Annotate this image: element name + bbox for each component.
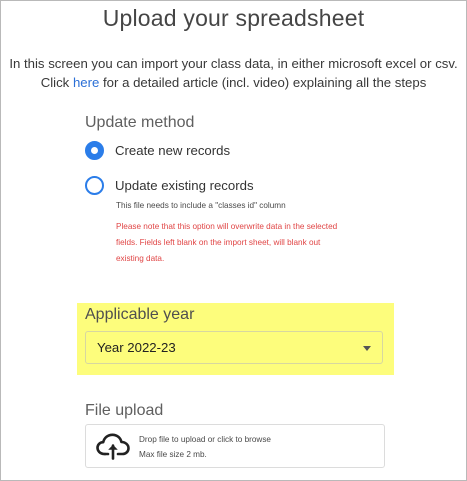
radio-unselected-icon[interactable] <box>85 176 104 195</box>
intro-line-2-suffix: for a detailed article (incl. video) exp… <box>99 75 427 90</box>
year-select[interactable]: Year 2022-23 <box>85 331 383 364</box>
warning-line-2: fields. Fields left blank on the import … <box>116 238 321 247</box>
warning-line-3: existing data. <box>116 254 165 263</box>
radio-selected-icon[interactable] <box>85 141 104 160</box>
radio-create-new-label: Create new records <box>115 143 231 158</box>
page-title: Upload your spreadsheet <box>102 5 365 31</box>
intro-line-1: In this screen you can import your class… <box>9 56 458 71</box>
year-select-value: Year 2022-23 <box>97 340 176 355</box>
overwrite-warning: Please note that this option will overwr… <box>116 219 421 267</box>
file-upload-label: File upload <box>85 402 164 419</box>
chevron-down-icon[interactable] <box>363 346 371 351</box>
warning-line-1: Please note that this option will overwr… <box>116 222 338 231</box>
dropzone-instruction: Drop file to upload or click to browse <box>139 435 271 444</box>
upload-dialog: Upload your spreadsheet In this screen y… <box>0 0 467 481</box>
classes-id-hint: This file needs to include a "classes id… <box>116 201 286 210</box>
intro-text: In this screen you can import your class… <box>1 54 466 92</box>
applicable-year-highlight: Applicable year Year 2022-23 <box>77 303 394 375</box>
radio-update-existing-records[interactable]: Update existing records <box>85 176 254 195</box>
radio-create-new-records[interactable]: Create new records <box>85 141 230 160</box>
help-article-link[interactable]: here <box>73 75 99 90</box>
intro-line-2: Click here for a detailed article (incl.… <box>1 73 466 92</box>
applicable-year-label: Applicable year <box>85 306 195 323</box>
cloud-upload-icon <box>96 433 130 460</box>
intro-line-2-prefix: Click <box>40 75 73 90</box>
file-dropzone[interactable]: Drop file to upload or click to browse M… <box>85 424 385 468</box>
update-method-label: Update method <box>85 114 195 131</box>
dropzone-size-limit: Max file size 2 mb. <box>139 450 207 459</box>
radio-update-existing-label: Update existing records <box>115 178 254 193</box>
